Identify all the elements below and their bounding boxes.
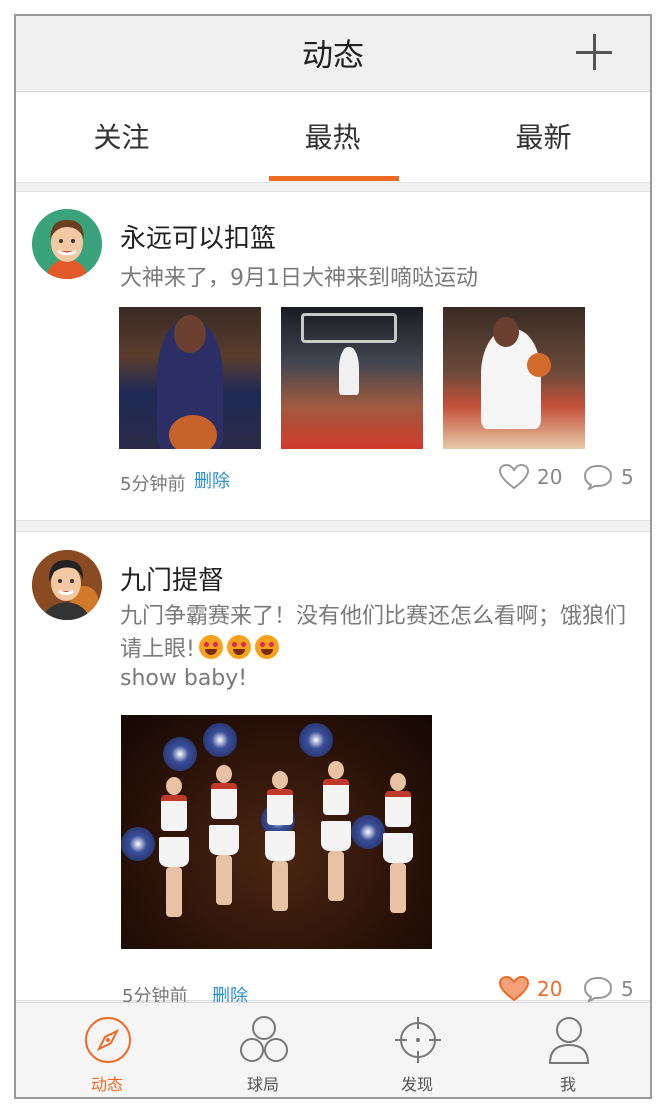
comment-icon bbox=[583, 464, 613, 490]
tabbar-label: 发现 bbox=[400, 1075, 433, 1094]
user-icon bbox=[548, 1017, 590, 1064]
comment-count: 5 bbox=[621, 977, 634, 1001]
tabbar-label: 我 bbox=[559, 1075, 576, 1094]
tabbar-label: 球局 bbox=[246, 1075, 279, 1094]
three-circles-icon bbox=[240, 1016, 288, 1062]
heart-eyes-emoji-icon bbox=[226, 635, 251, 659]
tabbar-item-feed[interactable]: 动态 bbox=[28, 1003, 186, 1097]
post-username[interactable]: 九门提督 bbox=[120, 560, 224, 597]
comment-button[interactable]: 5 bbox=[583, 976, 634, 1002]
post-photo[interactable] bbox=[119, 307, 261, 449]
post-time: 5分钟前 bbox=[120, 474, 186, 495]
heart-filled-icon bbox=[499, 976, 529, 1002]
compass-icon bbox=[85, 1017, 131, 1063]
header-bar: 动态 bbox=[16, 16, 650, 92]
phone-frame: 动态 关注 最热 最新 永远可以扣篮 大神来了，9月1日大神来到嘀哒运动 5分钟… bbox=[14, 14, 652, 1099]
tab-hot[interactable]: 最热 bbox=[227, 93, 438, 183]
post-photo[interactable] bbox=[121, 715, 432, 949]
comment-icon bbox=[583, 976, 613, 1002]
tab-latest[interactable]: 最新 bbox=[438, 93, 649, 183]
plus-icon[interactable] bbox=[576, 34, 612, 70]
tab-following[interactable]: 关注 bbox=[16, 93, 227, 183]
avatar[interactable] bbox=[32, 209, 102, 279]
like-count: 20 bbox=[537, 977, 563, 1001]
post-text-line2: show baby! bbox=[120, 666, 248, 691]
page-title: 动态 bbox=[302, 38, 364, 74]
post-card: 永远可以扣篮 大神来了，9月1日大神来到嘀哒运动 5分钟前 删除 20 5 bbox=[16, 191, 650, 521]
like-button[interactable]: 20 bbox=[499, 976, 562, 1002]
post-text: 九门争霸赛来了！没有他们比赛还怎么看啊；饿狼们请上眼! bbox=[120, 600, 632, 666]
heart-eyes-emoji-icon bbox=[254, 635, 279, 659]
tabbar-label: 动态 bbox=[90, 1075, 123, 1094]
post-text: 大神来了，9月1日大神来到嘀哒运动 bbox=[120, 266, 478, 291]
post-card: 九门提督 九门争霸赛来了！没有他们比赛还怎么看啊；饿狼们请上眼! show ba… bbox=[16, 531, 650, 1007]
post-username[interactable]: 永远可以扣篮 bbox=[120, 218, 276, 255]
bottom-tab-bar: 动态 球局 发现 我 bbox=[16, 1002, 650, 1097]
post-photo[interactable] bbox=[443, 307, 585, 449]
comment-count: 5 bbox=[621, 465, 634, 489]
post-text-body: 九门争霸赛来了！没有他们比赛还怎么看啊；饿狼们请上眼! bbox=[120, 604, 627, 662]
post-photo[interactable] bbox=[281, 307, 423, 449]
comment-button[interactable]: 5 bbox=[583, 464, 634, 490]
crosshair-icon bbox=[395, 1017, 441, 1063]
active-tab-indicator bbox=[269, 176, 399, 181]
feed-tabs: 关注 最热 最新 bbox=[16, 93, 650, 183]
like-button[interactable]: 20 bbox=[499, 464, 562, 490]
like-count: 20 bbox=[537, 465, 563, 489]
avatar-illustration bbox=[32, 550, 102, 620]
avatar-illustration bbox=[32, 209, 102, 279]
tabbar-item-me[interactable]: 我 bbox=[489, 1003, 647, 1097]
tabbar-item-discover[interactable]: 发现 bbox=[338, 1003, 496, 1097]
avatar[interactable] bbox=[32, 550, 102, 620]
tabbar-item-games[interactable]: 球局 bbox=[184, 1003, 342, 1097]
heart-eyes-emoji-icon bbox=[198, 635, 223, 659]
heart-icon bbox=[499, 464, 529, 490]
delete-link[interactable]: 删除 bbox=[194, 467, 230, 493]
